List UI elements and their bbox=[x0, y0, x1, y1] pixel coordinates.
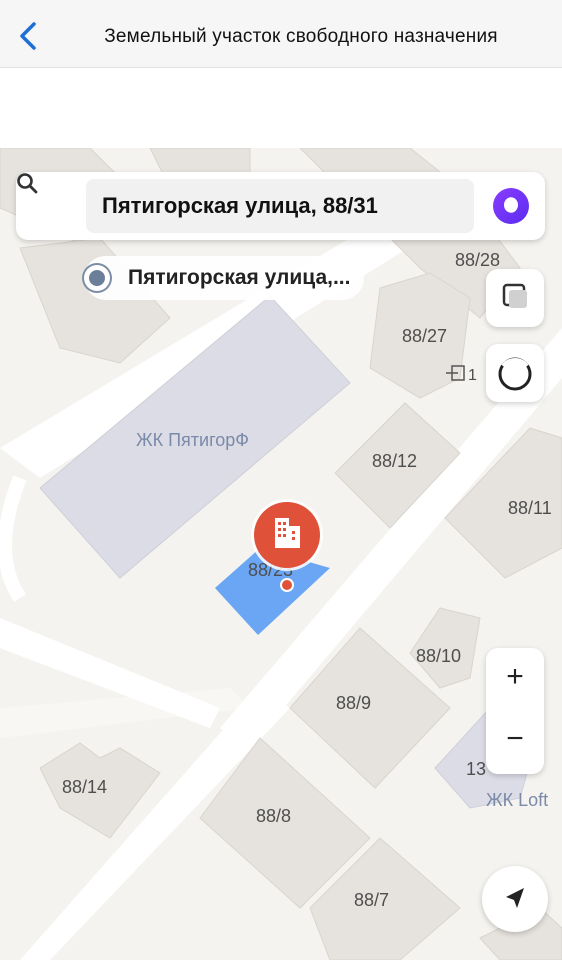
layers-button[interactable] bbox=[486, 269, 544, 327]
building-label: 88/14 bbox=[62, 777, 107, 797]
location-dot-icon bbox=[84, 265, 110, 291]
compass-icon bbox=[498, 357, 532, 391]
page-title: Земельный участок свободного назначения bbox=[104, 26, 498, 47]
map-search-bar[interactable]: Пятигорская улица, 88/31 bbox=[16, 172, 545, 240]
zoom-controls: + − bbox=[486, 648, 544, 774]
alice-icon[interactable] bbox=[493, 188, 529, 224]
zoom-out-button[interactable]: − bbox=[486, 710, 544, 768]
complex-label: ЖК ПятигорФ bbox=[136, 430, 249, 450]
building-label: 13 bbox=[466, 759, 486, 779]
layers-icon bbox=[502, 283, 527, 308]
zoom-in-button[interactable]: + bbox=[486, 648, 544, 706]
pin-anchor bbox=[282, 580, 292, 590]
back-chevron-icon bbox=[20, 22, 36, 50]
building-label: 88/9 bbox=[336, 693, 371, 713]
building-label: 88/11 bbox=[508, 498, 552, 518]
building-label: 88/8 bbox=[256, 806, 291, 826]
building-icon bbox=[275, 518, 300, 548]
back-button[interactable] bbox=[10, 14, 46, 58]
building-label: 88/28 bbox=[455, 250, 500, 270]
compass-button[interactable] bbox=[486, 344, 544, 402]
building-label: 88/10 bbox=[416, 646, 461, 666]
spacer bbox=[0, 68, 562, 148]
building-label: 88/27 bbox=[402, 326, 447, 346]
complex-label: ЖК Loft bbox=[486, 790, 548, 810]
locate-button[interactable] bbox=[482, 866, 548, 932]
address-tag[interactable]: Пятигорская улица,... bbox=[84, 256, 365, 300]
road bbox=[0, 475, 27, 602]
building-label: 88/12 bbox=[372, 451, 417, 471]
building-label: 88/7 bbox=[354, 890, 389, 910]
map-view[interactable]: 88/28 88/27 ЖК ПятигорФ 88/12 88/11 88/2… bbox=[0, 148, 562, 960]
address-tag-label: Пятигорская улица,... bbox=[128, 266, 351, 289]
search-query: Пятигорская улица, 88/31 bbox=[102, 193, 378, 218]
search-icon[interactable] bbox=[16, 172, 38, 194]
top-bar: Земельный участок свободного назначения bbox=[0, 0, 562, 68]
entrance-number: 1 bbox=[468, 367, 477, 384]
map-pin[interactable] bbox=[254, 502, 320, 568]
search-input[interactable]: Пятигорская улица, 88/31 bbox=[86, 179, 474, 233]
locate-arrow-icon bbox=[506, 888, 524, 908]
